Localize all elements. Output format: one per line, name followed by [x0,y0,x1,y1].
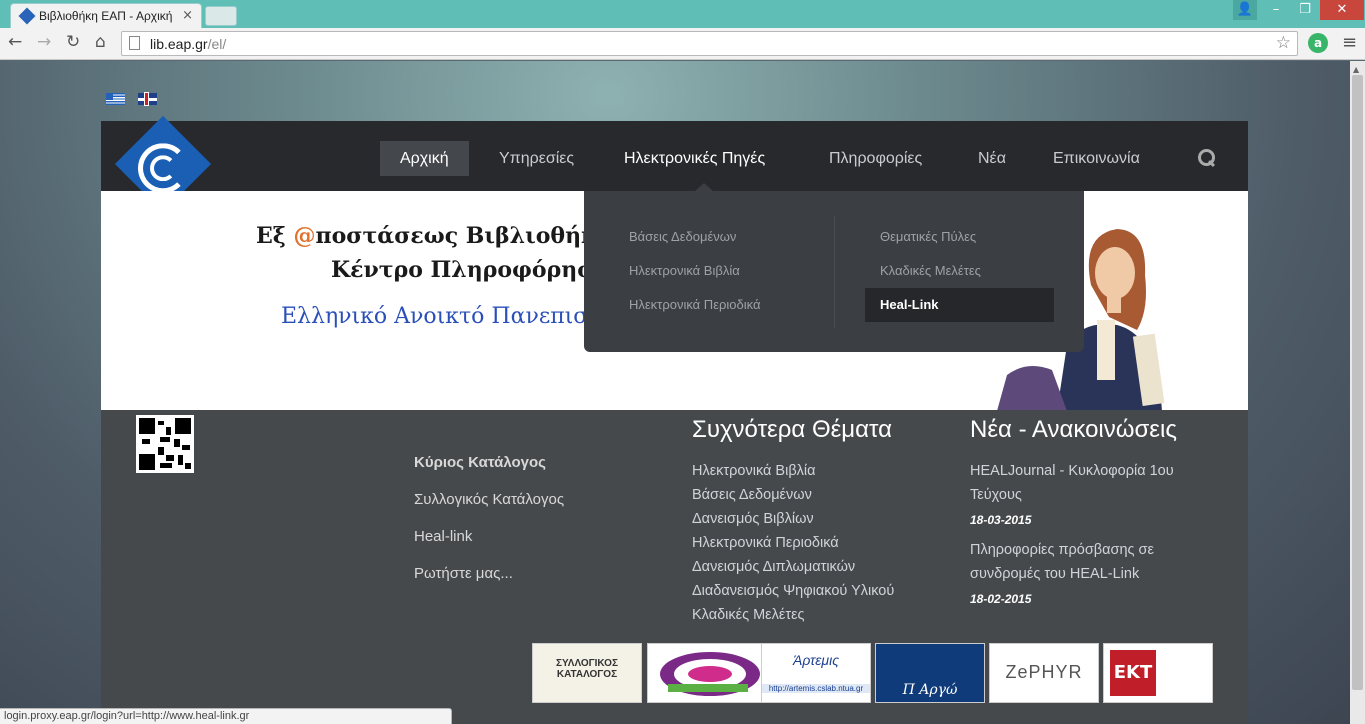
dropdown-ebooks[interactable]: Ηλεκτρονικά Βιβλία [614,254,740,288]
dropdown-heal-link[interactable]: Heal-Link [865,288,1054,322]
dropdown-thematic-portals[interactable]: Θεματικές Πύλες [865,220,976,254]
news-item-title[interactable]: HEALJournal - Κυκλοφορία 1ου Τεύχους [970,459,1200,507]
scroll-up-icon[interactable]: ▲ [1353,65,1359,74]
footer-union-catalog[interactable]: Συλλογικός Κατάλογος [414,491,564,508]
footer-ask-us[interactable]: Ρωτήστε μας... [414,565,513,582]
search-icon[interactable] [1198,149,1215,166]
news-item-date: 18-03-2015 [970,513,1032,527]
news-heading: Νέα - Ανακοινώσεις [970,416,1177,443]
topic-link[interactable]: Δανεισμός Διπλωματικών [692,559,855,575]
reload-icon[interactable]: ↻ [66,32,80,52]
page-viewport: Αρχική Υπηρεσίες Ηλεκτρονικές Πηγές Πληρ… [0,61,1350,724]
partner-label: ZePHYR [1005,662,1083,682]
partner-union-catalog-logo[interactable]: ΣΥΛΛΟΓΙΚΟΣ ΚΑΤΑΛΟΓΟΣ [532,643,642,703]
partner-label: Π Αργώ [902,682,958,698]
topic-link[interactable]: Κλαδικές Μελέτες [692,607,805,623]
footer-main-catalog[interactable]: Κύριος Κατάλογος [414,454,546,471]
greek-flag-icon[interactable] [106,93,125,105]
dropdown-industry-studies[interactable]: Κλαδικές Μελέτες [865,254,981,288]
status-bar: login.proxy.eap.gr/login?url=http://www.… [0,708,452,724]
tab-close-icon[interactable]: × [182,8,193,23]
minimize-icon[interactable]: – [1262,0,1290,20]
home-icon[interactable]: ⌂ [95,32,106,52]
dropdown-ejournals[interactable]: Ηλεκτρονικά Περιοδικά [614,288,760,322]
dropdown-divider [834,216,835,328]
favicon-icon [18,7,36,25]
banner-title-line2: Κέντρο Πληροφόρηση [331,257,610,283]
page-icon [129,36,140,50]
vertical-scrollbar[interactable]: ▲ [1350,61,1365,724]
nav-contact[interactable]: Επικοινωνία [1033,141,1160,176]
partner-sublabel: http://artemis.cslab.ntua.gr [762,684,870,693]
topic-link[interactable]: Ηλεκτρονικά Βιβλία [692,463,816,479]
topic-link[interactable]: Διαδανεισμός Ψηφιακού Υλικού [692,583,894,599]
user-icon[interactable]: 👤 [1233,0,1257,20]
dropdown-databases[interactable]: Βάσεις Δεδομένων [614,220,736,254]
main-navbar: Αρχική Υπηρεσίες Ηλεκτρονικές Πηγές Πληρ… [101,115,1248,213]
partner-artemis-logo[interactable]: Άρτεμις http://artemis.cslab.ntua.gr [761,643,871,703]
partner-swirl-logo[interactable] [647,643,771,703]
url-path: /el/ [207,36,227,52]
scrollbar-thumb[interactable] [1352,75,1363,690]
nav-news[interactable]: Νέα [958,141,1026,176]
address-bar[interactable]: lib.eap.gr/el/ ☆ [121,31,1298,56]
browser-titlebar: Βιβλιοθήκη ΕΑΠ - Αρχική × 👤 – ❐ ✕ [0,0,1365,28]
nav-services[interactable]: Υπηρεσίες [479,141,594,176]
topic-link[interactable]: Ηλεκτρονικά Περιοδικά [692,535,839,551]
partner-zephyr-logo[interactable]: ZePHYR [989,643,1099,703]
swirl-logo-icon [660,652,760,696]
news-item-date: 18-02-2015 [970,592,1032,606]
banner-university: Ελληνικό Ανοικτό Πανεπιστ [281,304,601,329]
url-text[interactable]: lib.eap.gr/el/ [150,36,226,52]
close-window-icon[interactable]: ✕ [1320,0,1364,20]
nav-information[interactable]: Πληροφορίες [809,141,942,176]
extension-icon[interactable]: a [1308,33,1328,53]
partner-label: Άρτεμις [792,652,840,668]
browser-tab[interactable]: Βιβλιοθήκη ΕΑΠ - Αρχική × [10,3,202,28]
electronic-sources-dropdown: Βάσεις Δεδομένων Ηλεκτρονικά Βιβλία Ηλεκ… [584,183,1084,352]
banner-at-sign: @ [293,223,316,249]
topics-heading: Συχνότερα Θέματα [692,416,893,443]
tab-title: Βιβλιοθήκη ΕΑΠ - Αρχική [39,9,173,23]
partner-label: ΕΚΤ [1113,662,1153,683]
topic-link[interactable]: Δανεισμός Βιβλίων [692,511,814,527]
partner-label: ΣΥΛΛΟΓΙΚΟΣ ΚΑΤΑΛΟΓΟΣ [556,658,618,680]
new-tab-button[interactable] [205,6,237,26]
back-icon[interactable]: ← [8,32,22,52]
banner-prefix: Εξ [256,223,294,249]
news-item-title[interactable]: Πληροφορίες πρόσβασης σε συνδρομές του H… [970,538,1200,586]
partner-argo-logo[interactable]: Π Αργώ [875,643,985,703]
forward-icon[interactable]: → [37,32,51,52]
partner-ekt-logo[interactable]: ΕΚΤ [1103,643,1213,703]
menu-icon[interactable]: ≡ [1342,32,1357,53]
site-footer: Κύριος Κατάλογος Συλλογικός Κατάλογος He… [101,410,1248,724]
qr-code [136,415,194,473]
footer-heal-link[interactable]: Heal-link [414,528,472,545]
url-host: lib.eap.gr [150,36,208,52]
nav-electronic-sources[interactable]: Ηλεκτρονικές Πηγές [604,141,785,176]
nav-home[interactable]: Αρχική [380,141,469,176]
maximize-icon[interactable]: ❐ [1292,0,1318,20]
browser-toolbar: ← → ↻ ⌂ lib.eap.gr/el/ ☆ a ≡ [0,28,1365,60]
topic-link[interactable]: Βάσεις Δεδομένων [692,487,812,503]
english-flag-icon[interactable] [138,93,157,105]
star-icon[interactable]: ☆ [1276,33,1291,53]
